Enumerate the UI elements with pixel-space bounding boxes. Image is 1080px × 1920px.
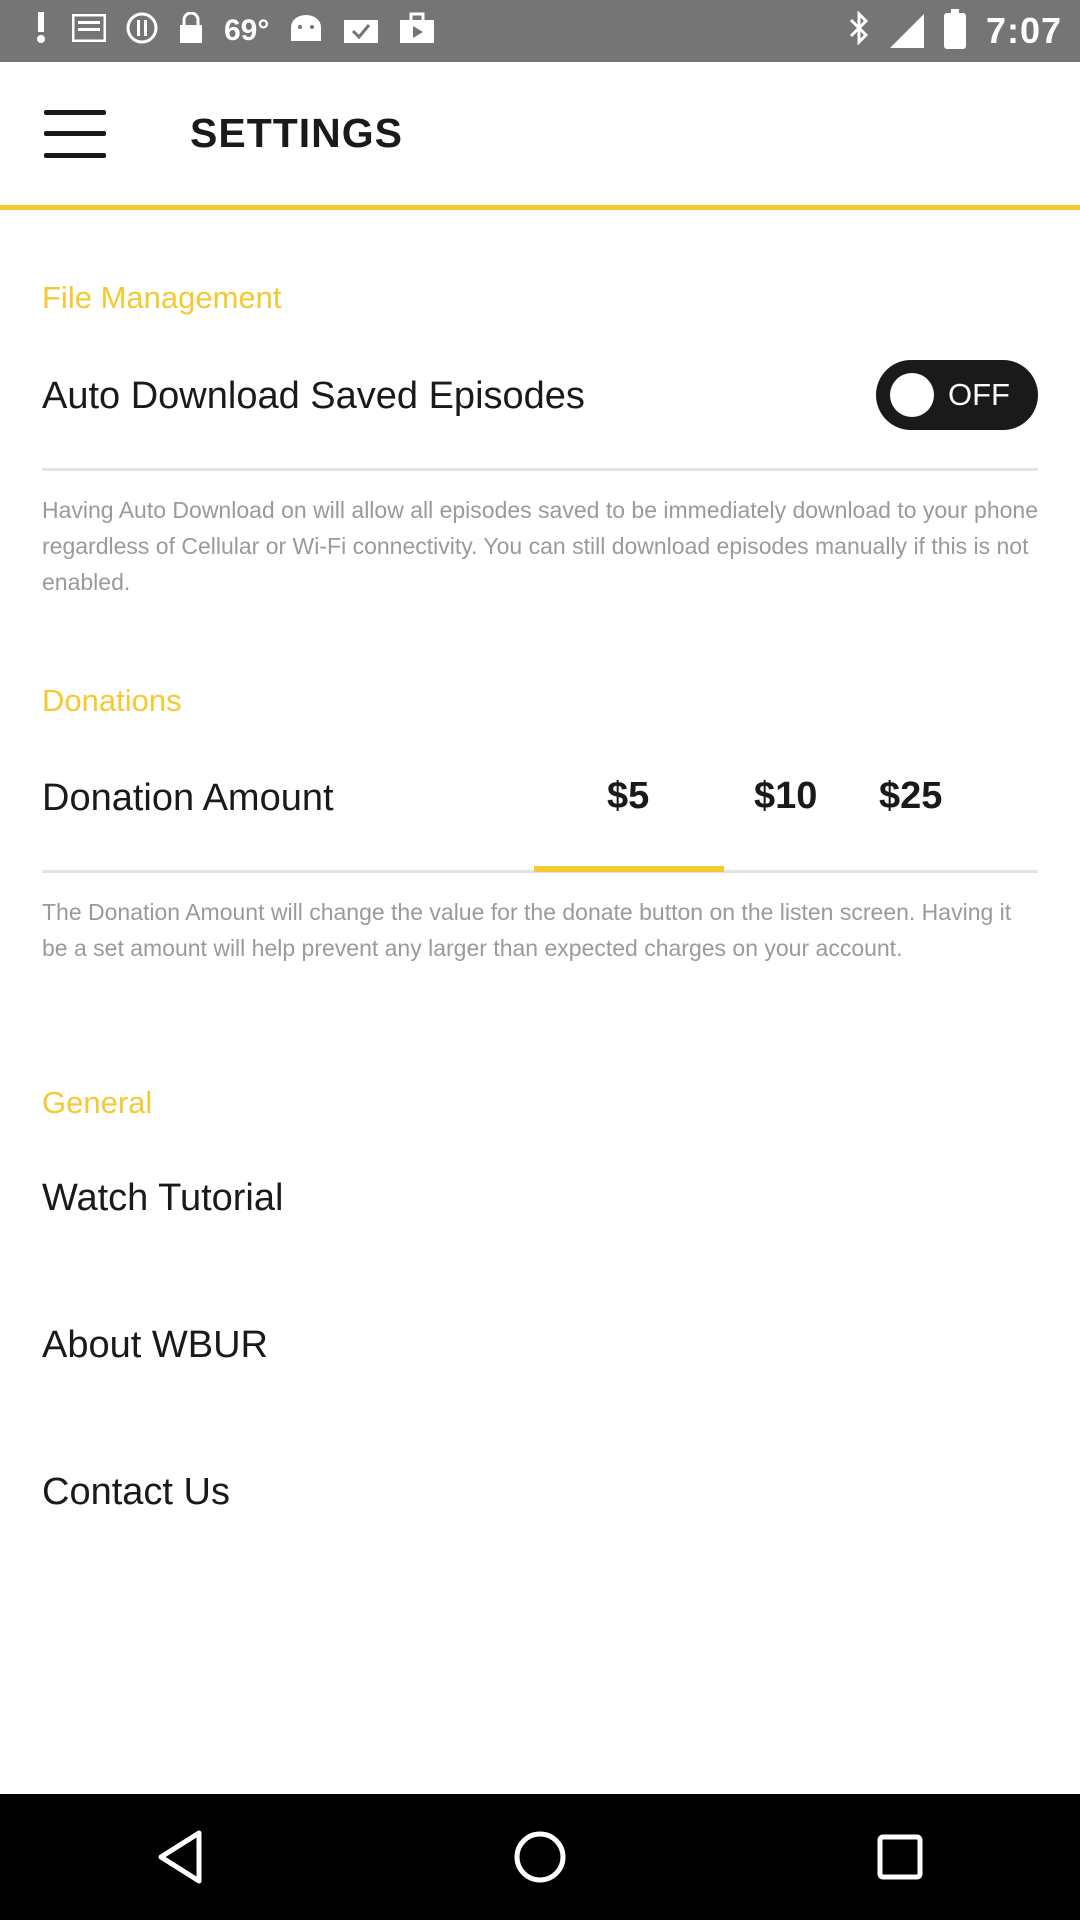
donation-help-text: The Donation Amount will change the valu… [42,899,1012,961]
divider [42,468,1038,471]
donation-option-10[interactable]: $10 [754,775,817,818]
auto-download-toggle[interactable]: OFF [876,360,1038,430]
section-title-file-management: File Management [42,280,282,315]
about-wbur-item[interactable]: About WBUR [42,1324,268,1367]
hamburger-menu-icon[interactable] [44,109,106,158]
toggle-state-text: OFF [948,377,1010,412]
signal-icon [889,14,924,48]
contact-us-item[interactable]: Contact Us [42,1471,230,1514]
selected-amount-indicator [534,866,724,872]
lock-icon [178,11,204,50]
status-right-icons: 7:07 [848,9,1062,52]
mail-icon [71,13,107,48]
auto-download-label: Auto Download Saved Episodes [42,375,585,417]
battery-icon [943,9,966,49]
status-left-icons: 69° [30,11,435,50]
toggle-knob [890,373,934,417]
section-title-general: General [42,1085,153,1120]
android-icon [289,13,323,49]
briefcase-icon [399,12,435,50]
section-title-donations: Donations [42,683,182,718]
do-not-disturb-icon [126,12,158,50]
back-icon[interactable] [120,1812,240,1902]
home-icon[interactable] [480,1812,600,1902]
recents-icon[interactable] [840,1812,960,1902]
donation-option-25[interactable]: $25 [879,775,942,818]
page-title: SETTINGS [190,110,404,156]
watch-tutorial-item[interactable]: Watch Tutorial [42,1177,283,1220]
auto-download-help-text: Having Auto Download on will allow all e… [42,497,1038,595]
system-nav-bar [0,1794,1080,1920]
task-icon [343,12,379,50]
bluetooth-icon [848,10,870,51]
donation-amount-label: Donation Amount [42,777,334,819]
donation-option-5[interactable]: $5 [607,775,649,818]
clock-time: 7:07 [985,10,1062,51]
status-bar: 69° 7:07 [0,0,1080,62]
notification-icon [30,12,52,50]
app-header: SETTINGS [0,62,1080,210]
temperature-text: 69° [224,14,270,47]
